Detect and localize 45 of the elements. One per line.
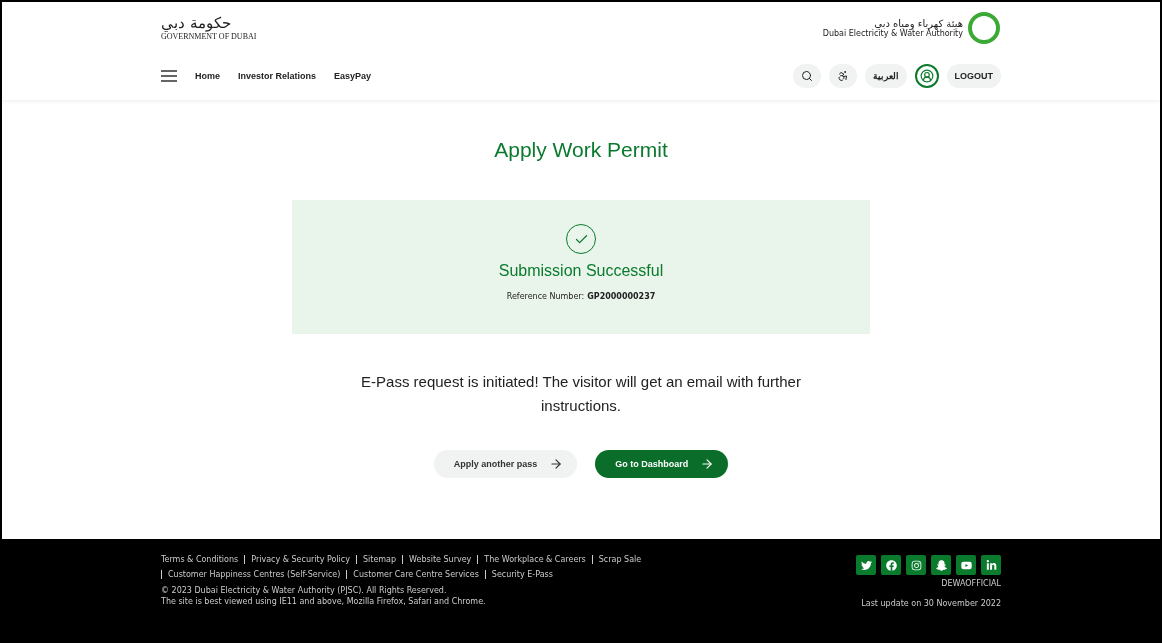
message-text: E-Pass request is initiated! The visitor will get an email with further instructions. — [360, 372, 802, 416]
twitter-icon[interactable] — [856, 555, 876, 575]
nav-link[interactable]: Home — [195, 71, 220, 81]
youtube-icon[interactable] — [956, 555, 976, 575]
social-handle: DEWAOFFICIAL — [941, 578, 1001, 589]
footer-link[interactable]: Scrap Sale — [592, 555, 648, 564]
linkedin-icon[interactable] — [981, 555, 1001, 575]
search-button[interactable] — [792, 64, 821, 88]
status-text: Submission Successful — [498, 262, 664, 280]
logo-english-text: Dubai Electricity & Water Authority — [822, 29, 963, 38]
facebook-icon[interactable] — [881, 555, 901, 575]
copyright-text: © 2023 Dubai Electricity & Water Authority (PJSC). All Rights Reserved. — [161, 585, 448, 596]
apply-another-button[interactable]: Apply another pass — [433, 450, 578, 478]
menu-icon[interactable] — [161, 70, 177, 82]
footer-link[interactable]: Terms & Conditions — [161, 555, 245, 564]
arrow-right-icon — [549, 457, 564, 471]
logout-button[interactable]: LOGOUT — [946, 64, 1001, 88]
search-icon — [800, 70, 813, 82]
logo-arabic-text: حكومة دبي — [161, 15, 231, 32]
snapchat-icon[interactable] — [931, 555, 951, 575]
user-icon — [919, 69, 934, 83]
profile-button[interactable] — [914, 64, 939, 88]
browser-note: The site is best viewed using IE11 and above, Mozilla Firefox, Safari and Chrome. — [161, 596, 487, 607]
footer-link[interactable]: The Workplace & Careers — [478, 555, 592, 564]
ring-logo-icon — [967, 11, 1001, 45]
reference-number: GP2000000237 — [587, 292, 656, 301]
logo-arabic-text: هيئة كهرباء ومياه دبي — [874, 18, 963, 29]
nav-link[interactable]: EasyPay — [334, 71, 372, 81]
wheelchair-icon — [836, 70, 849, 82]
footer-link[interactable]: Customer Happiness Centres (Self-Service) — [162, 570, 347, 579]
logo-english-text: GOVERNMENT OF DUBAI — [161, 31, 257, 41]
page-title: Apply Work Permit — [494, 138, 668, 162]
instagram-icon[interactable] — [906, 555, 926, 575]
last-update-text: Last update on 30 November 2022 — [861, 598, 1001, 609]
reference-label: Reference Number: — [506, 292, 585, 301]
dashboard-button[interactable]: Go to Dashboard — [595, 450, 729, 478]
footer-link[interactable]: Customer Care Centre Services — [347, 570, 485, 579]
arrow-right-icon — [700, 457, 715, 471]
footer-link[interactable]: Website Survey — [403, 555, 478, 564]
footer-link[interactable]: Privacy & Security Policy — [245, 555, 356, 564]
accessibility-button[interactable] — [828, 64, 857, 88]
nav-link[interactable]: Investor Relations — [238, 71, 317, 81]
footer-link[interactable]: Sitemap — [356, 555, 403, 564]
footer-link[interactable]: Security E-Pass — [485, 570, 559, 579]
language-button[interactable]: العربية — [864, 64, 907, 88]
